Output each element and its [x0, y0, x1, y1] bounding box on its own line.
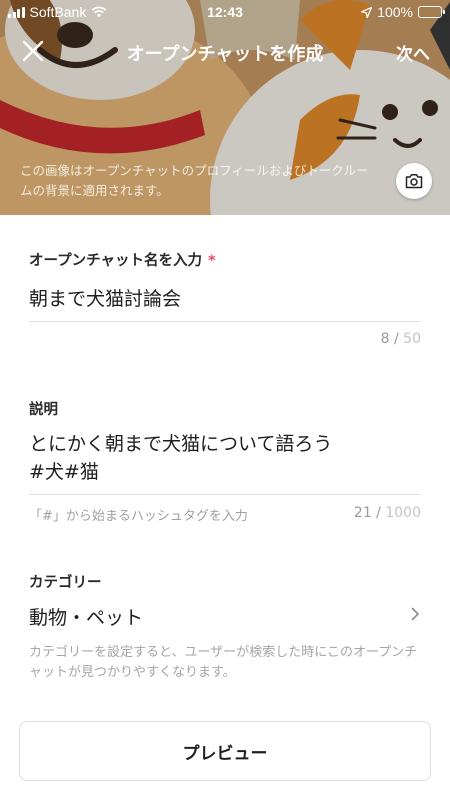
category-note: カテゴリーを設定すると、ユーザーが検索した時にこのオープンチャットが見つかりやす…: [29, 645, 418, 680]
name-divider: [29, 321, 421, 322]
description-line-2: #犬#猫: [29, 461, 99, 483]
category-label: カテゴリー: [29, 575, 102, 591]
name-char-count: 8: [380, 331, 390, 347]
required-mark: *: [207, 253, 216, 269]
description-input[interactable]: とにかく朝まで犬猫について語ろう #犬#猫: [29, 430, 419, 486]
hashtag-hint: 「#」から始まるハッシュタグを入力: [29, 509, 248, 524]
description-label: 説明: [29, 402, 58, 418]
nav-bar: オープンチャットを作成 次へ: [0, 30, 450, 72]
battery-percent: 100%: [377, 4, 413, 20]
name-label: オープンチャット名を入力 *: [29, 249, 216, 270]
name-label-text: オープンチャット名を入力: [29, 253, 202, 269]
cover-image-note: この画像はオープンチャットのプロフィールおよびトークルームの背景に適用されます。: [20, 163, 369, 198]
name-char-max: 50: [403, 331, 421, 347]
status-bar: SoftBank 12:43 100%: [0, 0, 450, 26]
name-char-counter: 8 / 50: [380, 331, 421, 347]
preview-button[interactable]: プレビュー: [19, 721, 431, 781]
description-char-max: 1000: [385, 505, 421, 521]
description-divider: [29, 494, 421, 495]
description-char-count: 21: [353, 505, 372, 521]
category-value: 動物・ペット: [29, 607, 144, 629]
description-line-1: とにかく朝まで犬猫について語ろう: [29, 433, 333, 455]
next-button[interactable]: 次へ: [396, 40, 430, 65]
location-arrow-icon: [361, 6, 373, 18]
description-char-counter: 21 / 1000: [353, 505, 421, 521]
category-selector[interactable]: 動物・ペット: [0, 598, 450, 636]
battery-icon: [418, 6, 445, 18]
change-cover-button[interactable]: [396, 163, 432, 199]
cover-image[interactable]: SoftBank 12:43 100% オープンチャットを作成 次へ この画像は…: [0, 0, 450, 215]
camera-icon: [405, 174, 423, 189]
name-input[interactable]: 朝まで犬猫討論会: [29, 284, 181, 311]
chevron-right-icon: [411, 607, 419, 621]
page-title: オープンチャットを作成: [126, 44, 324, 65]
